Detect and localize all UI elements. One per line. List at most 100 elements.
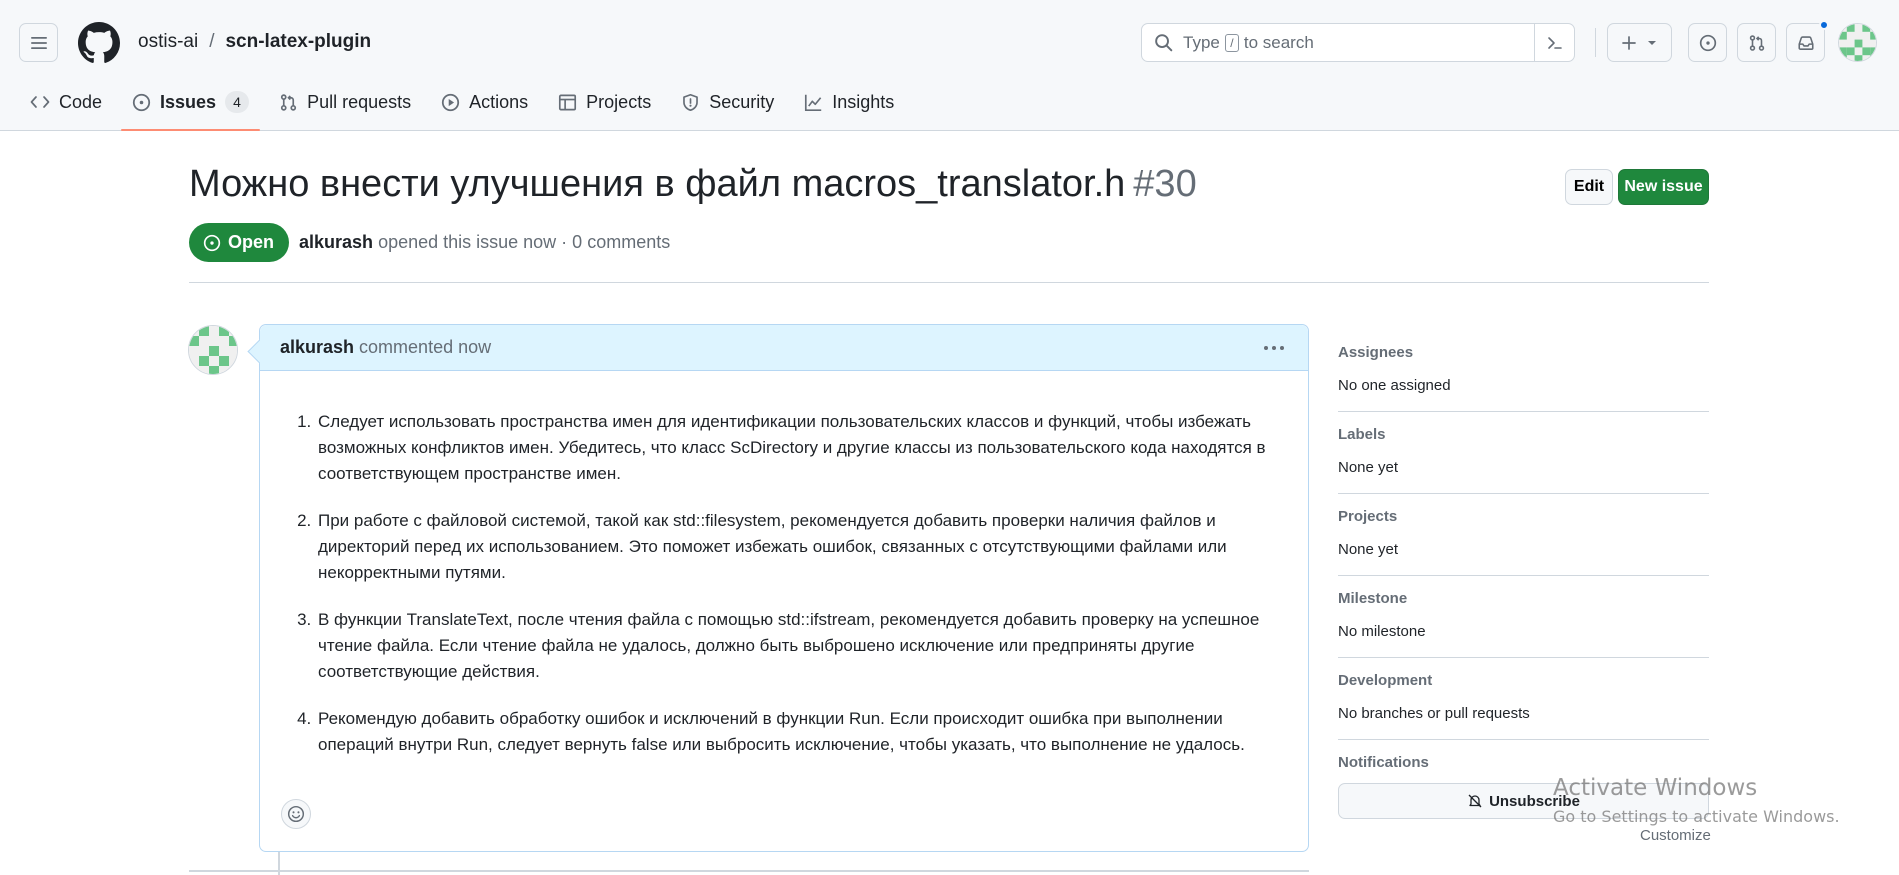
inbox-button[interactable] [1786, 23, 1825, 62]
tab-projects-label: Projects [586, 91, 652, 112]
tab-code-label: Code [59, 91, 103, 112]
comment-card: alkurash commented now Следует использов… [259, 324, 1309, 852]
search-prefix-text: Type [1183, 32, 1220, 52]
sidebar-development-value: No branches or pull requests [1338, 705, 1530, 722]
top-bar: ostis-ai / scn-latex-plugin Type / to se… [0, 0, 1899, 84]
list-item: При работе с файловой системой, такой ка… [316, 508, 1278, 586]
search-input[interactable]: Type / to search [1141, 23, 1575, 62]
search-placeholder: Type / to search [1183, 33, 1314, 53]
tab-security-label: Security [709, 91, 775, 112]
tab-actions[interactable]: Actions [430, 84, 539, 120]
issue-number: #30 [1133, 163, 1197, 205]
issue-meta-text: opened this issue now · 0 comments [378, 232, 671, 252]
sidebar-milestone-value: No milestone [1338, 623, 1426, 640]
issues-nav-button[interactable] [1688, 23, 1727, 62]
github-logo-icon[interactable] [78, 22, 120, 64]
issue-state-badge: Open [189, 223, 290, 262]
activate-windows-watermark: Activate Windows Go to Settings to activ… [1553, 775, 1840, 826]
sidebar-development[interactable]: Development No branches or pull requests [1338, 658, 1709, 740]
tab-projects[interactable]: Projects [547, 84, 662, 120]
sidebar-assignees[interactable]: Assignees No one assigned [1338, 330, 1709, 412]
terminal-icon [1547, 36, 1562, 49]
table-icon [559, 94, 577, 110]
issue-author-link[interactable]: alkurash [299, 232, 373, 252]
issue-title-text: Можно внести улучшения в файл macros_tra… [189, 163, 1126, 205]
add-reaction-button[interactable] [281, 799, 311, 829]
issue-sidebar: Assignees No one assigned Labels None ye… [1338, 330, 1709, 819]
sidebar-projects-value: None yet [1338, 541, 1399, 558]
comment-body: Следует использовать пространства имен д… [260, 371, 1308, 758]
comment-timestamp: commented now [359, 337, 492, 357]
watermark-line1: Activate Windows [1553, 775, 1758, 801]
comment-author-avatar[interactable] [188, 325, 238, 375]
watermark-line2: Go to Settings to activate Windows. [1553, 807, 1840, 826]
triangle-down-icon [1647, 40, 1656, 45]
identicon-avatar-icon [1839, 24, 1876, 61]
timeline-divider [189, 870, 1309, 872]
create-new-button[interactable] [1607, 23, 1672, 62]
play-icon [442, 93, 460, 111]
list-item: Рекомендую добавить обработку ошибок и и… [316, 706, 1278, 758]
identicon-avatar-icon [189, 326, 237, 374]
comment-options-button[interactable] [1262, 337, 1286, 359]
issue-opened-icon [1699, 34, 1716, 51]
graph-icon [805, 94, 822, 111]
plus-icon [1621, 35, 1636, 50]
issue-opened-icon [132, 93, 151, 111]
shield-icon [683, 93, 699, 111]
sidebar-notifications-heading: Notifications [1338, 754, 1429, 771]
bell-slash-icon [1468, 794, 1482, 808]
tab-security[interactable]: Security [670, 84, 785, 120]
issue-title: Можно внести улучшения в файл macros_tra… [189, 163, 1197, 206]
tab-actions-label: Actions [469, 91, 529, 112]
sidebar-labels-value: None yet [1338, 459, 1399, 476]
new-issue-button[interactable]: New issue [1618, 169, 1709, 205]
tab-insights[interactable]: Insights [793, 84, 905, 120]
git-pull-request-icon [1749, 34, 1764, 51]
sidebar-projects-heading: Projects [1338, 508, 1398, 525]
tab-insights-label: Insights [832, 91, 895, 112]
comment-author-link[interactable]: alkurash [280, 337, 354, 358]
sidebar-assignees-heading: Assignees [1338, 344, 1414, 361]
tab-pull-requests[interactable]: Pull requests [268, 84, 422, 120]
sidebar-milestone[interactable]: Milestone No milestone [1338, 576, 1709, 658]
edit-button[interactable]: Edit [1565, 169, 1613, 205]
code-icon [30, 96, 50, 108]
breadcrumb-repo-link[interactable]: scn-latex-plugin [225, 31, 371, 53]
pull-requests-nav-button[interactable] [1737, 23, 1776, 62]
kebab-horizontal-icon [1264, 346, 1284, 350]
hamburger-icon [30, 36, 47, 49]
header-divider-line [189, 282, 1709, 283]
sidebar-development-heading: Development [1338, 672, 1433, 689]
inbox-icon [1797, 35, 1814, 50]
smiley-icon [287, 805, 305, 823]
breadcrumb-separator: / [209, 31, 215, 52]
breadcrumb: ostis-ai / scn-latex-plugin [138, 31, 371, 53]
user-avatar[interactable] [1838, 23, 1877, 62]
issue-state-label: Open [228, 232, 275, 252]
command-palette-button[interactable] [1534, 24, 1574, 61]
menu-button[interactable] [19, 23, 58, 62]
header-divider [1595, 28, 1596, 57]
sidebar-labels-heading: Labels [1338, 426, 1386, 443]
repo-nav: Code Issues 4 Pull requests Actions Proj… [19, 84, 913, 131]
comment-ordered-list: Следует использовать пространства имен д… [296, 409, 1278, 758]
search-suffix-text: to search [1243, 32, 1314, 52]
tab-issues[interactable]: Issues 4 [121, 84, 261, 131]
tab-issues-label: Issues [160, 91, 217, 112]
list-item: Следует использовать пространства имен д… [316, 409, 1278, 487]
list-item: В функции TranslateText, после чтения фа… [316, 607, 1278, 685]
sidebar-labels[interactable]: Labels None yet [1338, 412, 1709, 494]
git-pull-request-icon [280, 93, 297, 111]
breadcrumb-owner-link[interactable]: ostis-ai [138, 31, 198, 53]
unread-notification-dot [1819, 20, 1829, 30]
search-icon [1155, 34, 1173, 52]
issue-opened-icon [203, 234, 221, 251]
customize-notifications-link[interactable]: Customize [1640, 827, 1711, 844]
sidebar-projects[interactable]: Projects None yet [1338, 494, 1709, 576]
search-shortcut-key: / [1224, 33, 1239, 52]
sidebar-milestone-heading: Milestone [1338, 590, 1408, 607]
app-header: ostis-ai / scn-latex-plugin Type / to se… [0, 0, 1899, 131]
tab-code[interactable]: Code [19, 84, 113, 120]
issue-meta: alkurash opened this issue now · 0 comme… [299, 232, 670, 253]
